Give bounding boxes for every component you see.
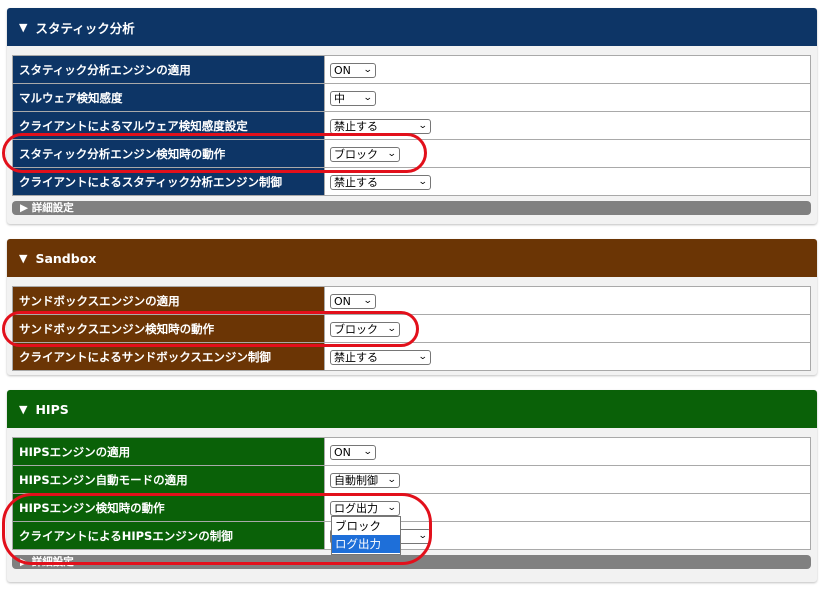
table-row: マルウェア検知感度 中 ⌄ <box>12 83 811 112</box>
dropdown-option-log-output[interactable]: ログ出力 <box>332 535 400 553</box>
row-label: クライアントによるHIPSエンジンの制御 <box>12 521 325 550</box>
row-value: 禁止する ⌄ <box>324 111 811 140</box>
select-value: 中 <box>334 92 345 105</box>
table-row: サンドボックスエンジンの適用 ON ⌄ <box>12 286 811 315</box>
table-row: スタティック分析エンジンの適用 ON ⌄ <box>12 55 811 84</box>
static-detect-action-select[interactable]: ブロック ⌄ <box>330 147 400 162</box>
select-value: ON <box>334 446 351 459</box>
sandbox-detect-action-select[interactable]: ブロック ⌄ <box>330 322 400 337</box>
static-engine-apply-select[interactable]: ON ⌄ <box>330 63 376 78</box>
hips-detect-action-dropdown-list[interactable]: ブロック ログ出力 <box>331 516 401 555</box>
table-row: HIPSエンジン検知時の動作 ログ出力 ⌄ <box>12 493 811 522</box>
static-analysis-title: スタティック分析 <box>35 20 135 36</box>
collapse-triangle-icon: ▼ <box>19 402 28 416</box>
select-value: ON <box>334 64 351 77</box>
sandbox-panel: ▼ Sandbox サンドボックスエンジンの適用 ON ⌄ サンドボックスエンジ… <box>7 239 817 375</box>
table-row: HIPSエンジンの適用 ON ⌄ <box>12 437 811 466</box>
hips-detect-action-select[interactable]: ログ出力 ⌄ <box>330 501 400 516</box>
table-row: クライアントによるHIPSエンジンの制御 ⌄ <box>12 521 811 550</box>
static-analysis-table: スタティック分析エンジンの適用 ON ⌄ マルウェア検知感度 中 ⌄ クライアン… <box>12 55 811 196</box>
row-label: HIPSエンジンの適用 <box>12 437 325 466</box>
hips-panel: ▼ HIPS HIPSエンジンの適用 ON ⌄ HIPSエンジン自動モードの適用… <box>7 390 817 582</box>
select-value: 禁止する <box>334 120 378 133</box>
sandbox-title: Sandbox <box>35 250 97 266</box>
sandbox-table: サンドボックスエンジンの適用 ON ⌄ サンドボックスエンジン検知時の動作 ブロ… <box>12 286 811 371</box>
row-value: ブロック ⌄ <box>324 139 811 168</box>
expand-triangle-icon: ▶ <box>20 556 29 568</box>
row-value: ON ⌄ <box>324 437 811 466</box>
static-analysis-panel: ▼ スタティック分析 スタティック分析エンジンの適用 ON ⌄ マルウェア検知感… <box>7 8 817 224</box>
chevron-down-icon: ⌄ <box>363 65 374 75</box>
table-row: クライアントによるマルウェア検知感度設定 禁止する ⌄ <box>12 111 811 140</box>
chevron-down-icon: ⌄ <box>363 447 374 457</box>
detail-settings-label: 詳細設定 <box>31 202 74 214</box>
detail-settings-label: 詳細設定 <box>31 556 74 568</box>
row-value: ON ⌄ <box>324 286 811 315</box>
chevron-down-icon: ⌄ <box>387 149 398 159</box>
client-sensitivity-select[interactable]: 禁止する ⌄ <box>330 119 431 134</box>
malware-sensitivity-select[interactable]: 中 ⌄ <box>330 91 376 106</box>
static-detail-settings-toggle[interactable]: ▶ 詳細設定 <box>12 201 811 215</box>
select-value: 自動制御 <box>334 474 378 487</box>
chevron-down-icon: ⌄ <box>363 93 374 103</box>
client-static-control-select[interactable]: 禁止する ⌄ <box>330 175 431 190</box>
select-value: ログ出力 <box>334 502 378 515</box>
select-value: ON <box>334 295 351 308</box>
hips-auto-mode-select[interactable]: 自動制御 ⌄ <box>330 473 400 488</box>
table-row: サンドボックスエンジン検知時の動作 ブロック ⌄ <box>12 314 811 343</box>
row-label: クライアントによるサンドボックスエンジン制御 <box>12 342 325 371</box>
row-value: ON ⌄ <box>324 55 811 84</box>
hips-detail-settings-toggle[interactable]: ▶ 詳細設定 <box>12 555 811 569</box>
row-label: スタティック分析エンジン検知時の動作 <box>12 139 325 168</box>
row-label: サンドボックスエンジン検知時の動作 <box>12 314 325 343</box>
table-row: HIPSエンジン自動モードの適用 自動制御 ⌄ <box>12 465 811 494</box>
row-value: ブロック ⌄ <box>324 314 811 343</box>
table-row: クライアントによるスタティック分析エンジン制御 禁止する ⌄ <box>12 167 811 196</box>
row-label: サンドボックスエンジンの適用 <box>12 286 325 315</box>
hips-apply-select[interactable]: ON ⌄ <box>330 445 376 460</box>
row-value: 禁止する ⌄ <box>324 342 811 371</box>
collapse-triangle-icon: ▼ <box>19 20 28 34</box>
hips-title: HIPS <box>35 401 69 417</box>
chevron-down-icon: ⌄ <box>363 296 374 306</box>
static-analysis-header[interactable]: ▼ スタティック分析 <box>7 8 817 46</box>
chevron-down-icon: ⌄ <box>418 177 429 187</box>
chevron-down-icon: ⌄ <box>418 352 429 362</box>
hips-table: HIPSエンジンの適用 ON ⌄ HIPSエンジン自動モードの適用 自動制御 ⌄… <box>12 437 811 550</box>
select-value: ブロック <box>334 323 378 336</box>
table-row: クライアントによるサンドボックスエンジン制御 禁止する ⌄ <box>12 342 811 371</box>
row-label: HIPSエンジン検知時の動作 <box>12 493 325 522</box>
row-value: 禁止する ⌄ <box>324 167 811 196</box>
chevron-down-icon: ⌄ <box>418 121 429 131</box>
row-label: スタティック分析エンジンの適用 <box>12 55 325 84</box>
row-value: 自動制御 ⌄ <box>324 465 811 494</box>
chevron-down-icon: ⌄ <box>387 324 398 334</box>
select-value: ブロック <box>334 148 378 161</box>
hips-header[interactable]: ▼ HIPS <box>7 390 817 428</box>
row-label: クライアントによるマルウェア検知感度設定 <box>12 111 325 140</box>
select-value: 禁止する <box>334 176 378 189</box>
dropdown-option-block[interactable]: ブロック <box>332 517 400 535</box>
chevron-down-icon: ⌄ <box>387 503 398 513</box>
expand-triangle-icon: ▶ <box>20 202 29 214</box>
chevron-down-icon: ⌄ <box>387 475 398 485</box>
collapse-triangle-icon: ▼ <box>19 251 28 265</box>
row-label: クライアントによるスタティック分析エンジン制御 <box>12 167 325 196</box>
row-label: HIPSエンジン自動モードの適用 <box>12 465 325 494</box>
select-value: 禁止する <box>334 351 378 364</box>
row-label: マルウェア検知感度 <box>12 83 325 112</box>
chevron-down-icon: ⌄ <box>418 531 429 541</box>
table-row: スタティック分析エンジン検知時の動作 ブロック ⌄ <box>12 139 811 168</box>
sandbox-header[interactable]: ▼ Sandbox <box>7 239 817 277</box>
row-value: 中 ⌄ <box>324 83 811 112</box>
sandbox-apply-select[interactable]: ON ⌄ <box>330 294 376 309</box>
client-sandbox-control-select[interactable]: 禁止する ⌄ <box>330 350 431 365</box>
